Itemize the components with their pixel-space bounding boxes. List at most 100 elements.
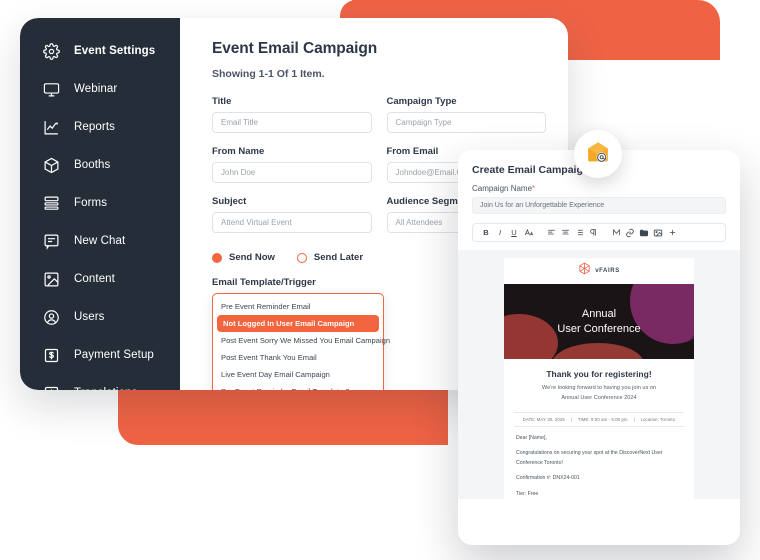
radio-label: Send Now (229, 252, 275, 263)
from-name-input[interactable]: John Doe (212, 162, 372, 183)
sidebar-item-reports[interactable]: Reports (20, 108, 180, 146)
field-subject: Subject Attend Virtual Event (212, 196, 372, 233)
font-size-icon[interactable] (521, 223, 535, 242)
email-event-meta: DATE: MAY 30, 2025 TIME: 9:00 am - 5:00 … (514, 411, 684, 427)
email-preview: vFAIRS Annual User Conference Thank you … (458, 250, 740, 499)
email-body-paragraph: Confirmation #: DNX24-001 (516, 475, 580, 482)
email-hero-banner: Annual User Conference (504, 284, 694, 359)
sidebar-item-label: Reports (74, 121, 115, 133)
italic-icon[interactable]: I (493, 223, 507, 242)
bold-icon[interactable]: B (479, 223, 493, 242)
sidebar-item-label: Booths (74, 159, 111, 171)
sidebar-item-new-chat[interactable]: New Chat (20, 222, 180, 260)
link-icon[interactable] (623, 223, 637, 242)
layers-icon (42, 194, 61, 213)
monitor-icon (42, 80, 61, 99)
email-at-icon (585, 139, 611, 170)
folder-icon[interactable] (637, 223, 651, 242)
sidebar-nav: Event Settings Webinar Reports Booths Fo… (20, 18, 180, 390)
field-label: Campaign Type (386, 96, 457, 107)
sidebar-item-label: Event Settings (74, 45, 156, 57)
sidebar-item-payment-setup[interactable]: Payment Setup (20, 336, 180, 374)
sidebar-item-label: Users (74, 311, 105, 323)
chart-line-icon (42, 118, 61, 137)
email-lead-line-2: Annual User Conference 2024 (561, 394, 637, 401)
dropdown-option[interactable]: Live Event Day Email Campaign (213, 366, 383, 383)
field-title: Title Email Title (212, 96, 372, 133)
sidebar-item-translations[interactable]: Translations (20, 374, 180, 390)
sidebar-item-label: Forms (74, 197, 108, 209)
radio-dot-selected-icon (212, 252, 222, 263)
paragraph-icon[interactable] (586, 223, 600, 242)
cube-icon (42, 156, 61, 175)
sidebar-item-content[interactable]: Content (20, 260, 180, 298)
radio-dot-unselected-icon (296, 252, 307, 263)
field-label: From Name (212, 146, 265, 157)
dropdown-option[interactable]: Pre Event Reminder Email (213, 298, 383, 315)
letter-a-icon (42, 384, 61, 390)
list-icon[interactable] (572, 223, 586, 242)
user-circle-icon (42, 308, 61, 327)
email-body: Dear [Name], Congratulations on securing… (504, 427, 694, 499)
create-email-campaign-modal: Create Email Campaign Campaign Name* Joi… (458, 150, 740, 545)
subject-input[interactable]: Attend Virtual Event (212, 212, 372, 233)
radio-label: Send Later (313, 252, 364, 263)
dropdown-option[interactable]: Post Event Thank You Email (213, 349, 383, 366)
email-template: vFAIRS Annual User Conference Thank you … (504, 258, 694, 499)
align-center-icon[interactable] (558, 223, 572, 242)
brand-name: vFAIRS (595, 268, 620, 274)
campaign-name-input[interactable]: Join Us for an Unforgettable Experience (472, 197, 726, 214)
email-lead-line-1: We're looking forward to having you join… (541, 385, 657, 391)
email-brand-header: vFAIRS (504, 258, 694, 284)
field-from-name: From Name John Doe (212, 146, 372, 183)
meta-date: DATE: MAY 30, 2025 (522, 416, 565, 422)
image-icon (42, 270, 61, 289)
email-body-paragraph: Tier: Free (516, 491, 539, 498)
sidebar-item-label: Webinar (74, 83, 118, 95)
vfairs-logo-icon (578, 262, 591, 280)
hero-title-line-1: Annual (581, 307, 617, 320)
sidebar-item-event-settings[interactable]: Event Settings (20, 32, 180, 70)
underline-icon[interactable]: U (507, 223, 521, 242)
hero-decoration-2 (504, 314, 558, 359)
sidebar-item-label: Content (74, 273, 115, 285)
merge-tag-icon[interactable] (609, 223, 623, 242)
field-label: Title (212, 96, 232, 107)
align-left-icon[interactable] (544, 223, 558, 242)
meta-location: Location: Toronto (633, 416, 676, 422)
editor-toolbar: B I U (472, 223, 726, 242)
field-label: Subject (212, 196, 247, 207)
sidebar-item-label: New Chat (74, 235, 126, 247)
email-at-icon-badge (574, 130, 622, 178)
dropdown-option[interactable]: Post Event Sorry We Missed You Email Cam… (213, 332, 390, 349)
sidebar-item-forms[interactable]: Forms (20, 184, 180, 222)
chat-icon (42, 232, 61, 251)
sidebar-item-users[interactable]: Users (20, 298, 180, 336)
decorative-orange-shape-bottom (118, 395, 448, 445)
hero-decoration-3 (552, 343, 644, 359)
image-icon[interactable] (651, 223, 665, 242)
form-column-left: Title Email Title From Name John Doe Sub… (212, 96, 372, 246)
page-title: Event Email Campaign (212, 40, 378, 57)
email-heading: Thank you for registering! (546, 369, 652, 379)
gear-icon (42, 42, 61, 61)
sidebar-item-label: Payment Setup (74, 349, 154, 361)
dollar-icon (42, 346, 61, 365)
campaign-type-input[interactable]: Campaign Type (386, 112, 546, 133)
template-dropdown-list[interactable]: Pre Event Reminder Email Not Logged In U… (212, 293, 390, 390)
email-body-paragraph: Congratulations on securing your spot at… (516, 450, 663, 466)
field-campaign-type: Campaign Type Campaign Type (386, 96, 546, 133)
sidebar-item-booths[interactable]: Booths (20, 146, 180, 184)
email-body-paragraph: Dear [Name], (516, 434, 547, 441)
sidebar-item-webinar[interactable]: Webinar (20, 70, 180, 108)
campaign-name-label-text: Campaign Name (472, 184, 533, 193)
title-input[interactable]: Email Title (212, 112, 372, 133)
dropdown-option[interactable]: Pre Event Reminder Email Template 2 (213, 383, 383, 390)
add-icon[interactable] (665, 223, 679, 242)
dropdown-option-selected[interactable]: Not Logged In User Email Campaign (217, 315, 379, 332)
radio-send-later[interactable]: Send Later (296, 252, 364, 263)
radio-send-now[interactable]: Send Now (212, 252, 275, 263)
required-asterisk: * (532, 184, 536, 193)
screenshot-root: Event Settings Webinar Reports Booths Fo… (0, 0, 760, 560)
meta-time: TIME: 9:00 am - 5:00 pm (570, 416, 628, 422)
